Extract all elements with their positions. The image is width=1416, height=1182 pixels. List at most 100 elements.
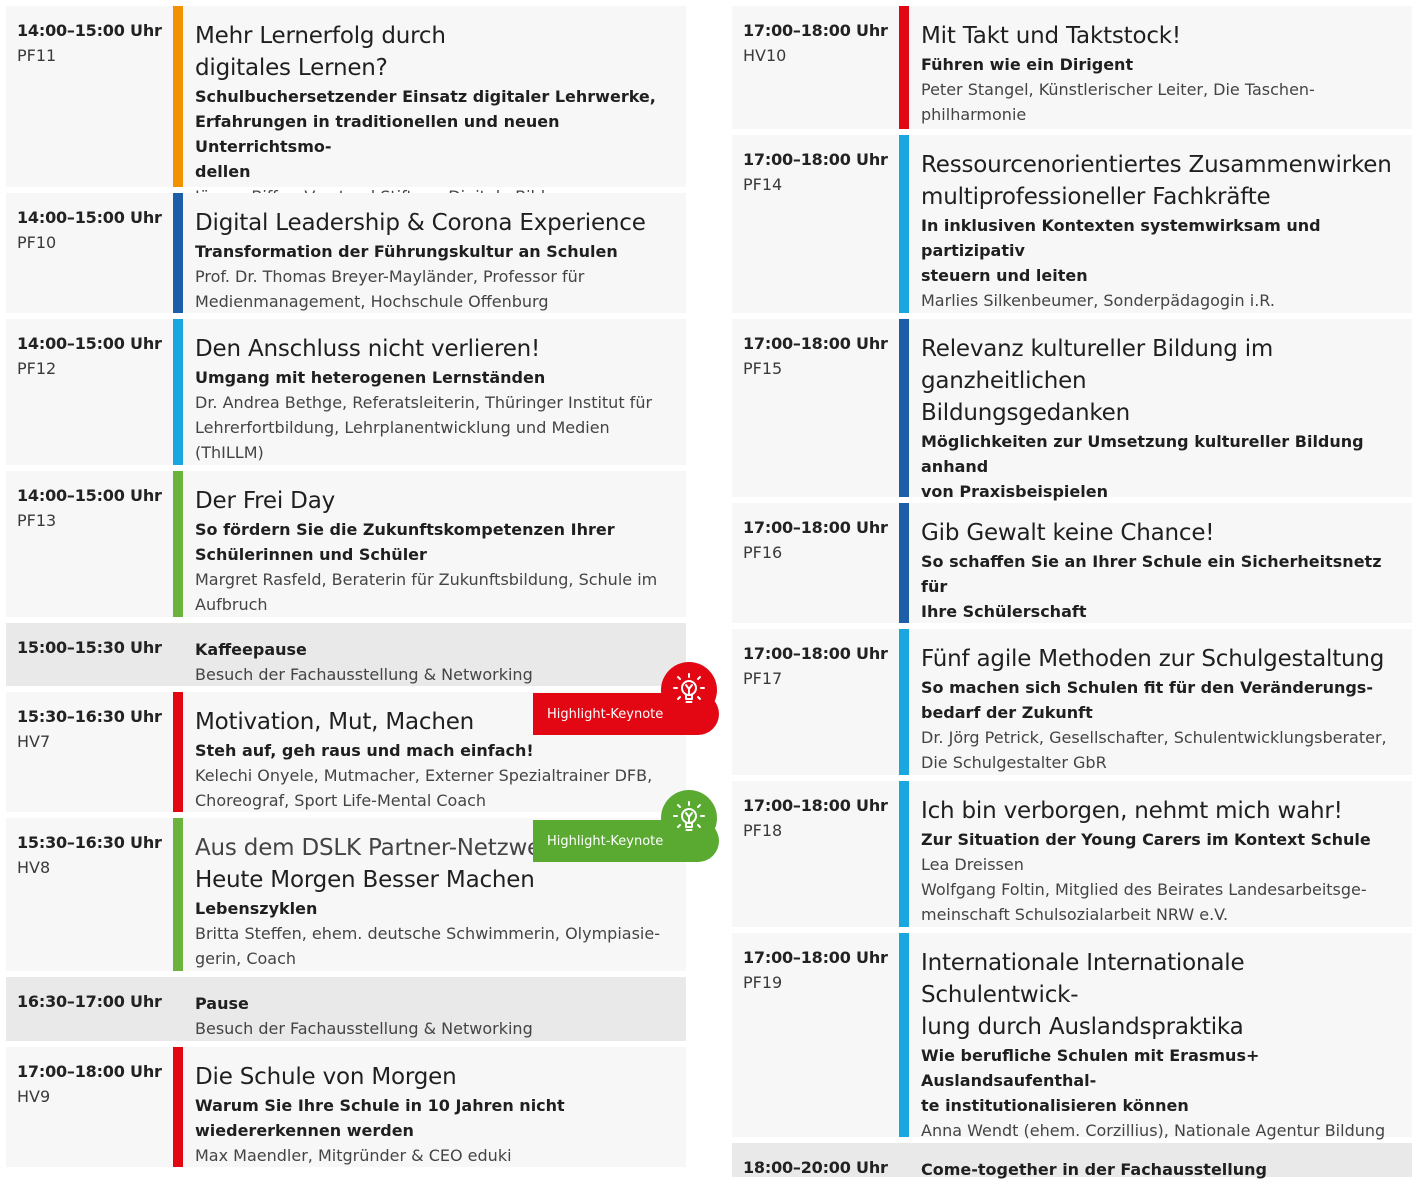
session-speaker: philharmonie bbox=[921, 105, 1027, 124]
session-subtitle: Steh auf, geh raus und mach einfach! bbox=[195, 741, 534, 760]
category-color-bar bbox=[899, 781, 909, 927]
category-color-bar bbox=[173, 471, 183, 617]
pause-entry: 15:00–15:30 Uhr Kaffeepause Besuch der Fac… bbox=[6, 623, 686, 686]
session-speaker: Margret Rasfeld, Beraterin für Zukunftsb… bbox=[195, 570, 658, 589]
session-room: PF17 bbox=[743, 669, 783, 688]
category-color-bar bbox=[173, 692, 183, 812]
session-subtitle: bedarf der Zukunft bbox=[921, 703, 1093, 722]
session-room: HV8 bbox=[17, 858, 51, 877]
session-room: HV9 bbox=[17, 1087, 51, 1106]
session-title: digitales Lernen? bbox=[195, 55, 388, 81]
session-subtitle: Schülerinnen und Schüler bbox=[195, 545, 427, 564]
session-content: Die Schule von Morgen Warum Sie Ihre Schu… bbox=[195, 1061, 668, 1168]
category-color-bar bbox=[173, 6, 183, 187]
category-color-bar bbox=[173, 818, 183, 971]
session-speaker: Dr. Jörg Petrick, Gesellschafter, Schule… bbox=[921, 728, 1387, 747]
session-room: PF13 bbox=[17, 511, 57, 530]
session-subtitle: Transformation der Führungskultur an Sch… bbox=[195, 242, 618, 261]
session-time: 15:00–15:30 Uhr bbox=[17, 638, 162, 657]
session-room: PF12 bbox=[17, 359, 57, 378]
category-color-bar bbox=[899, 135, 909, 313]
category-color-bar bbox=[899, 6, 909, 129]
session-content: Fünf agile Methoden zur Schulgestaltung S… bbox=[921, 643, 1394, 775]
session-time: 15:30–16:30 Uhr bbox=[17, 707, 162, 726]
session-subtitle: So fördern Sie die Zukunftskompetenzen I… bbox=[195, 520, 615, 539]
session-time: 17:00–18:00 Uhr bbox=[743, 644, 888, 663]
session-speaker: Dr. Andrea Bethge, Referatsleiterin, Thü… bbox=[195, 393, 653, 412]
pause-content: Pause Besuch der Fachausstellung & Networ… bbox=[195, 991, 668, 1041]
session-entry: 17:00–18:00 Uhr PF16 Gib Gewalt keine Chan… bbox=[732, 503, 1412, 646]
session-content: Mehr Lernerfolg durch digitales Lernen? Sc… bbox=[195, 20, 668, 209]
session-room: PF19 bbox=[743, 973, 783, 992]
session-title: Den Anschluss nicht verlieren! bbox=[195, 336, 541, 362]
session-title: Heute Morgen Besser Machen bbox=[195, 867, 535, 893]
session-entry: 17:00–18:00 Uhr HV9 Die Schule von Morgen W… bbox=[6, 1047, 686, 1167]
session-speaker: (ThILLM) bbox=[195, 443, 264, 462]
session-title: Mehr Lernerfolg durch bbox=[195, 23, 446, 49]
session-room: PF16 bbox=[743, 543, 783, 562]
session-time: 15:30–16:30 Uhr bbox=[17, 833, 162, 852]
session-subtitle: Wie berufliche Schulen mit Erasmus+ Ausl… bbox=[921, 1046, 1260, 1090]
lightbulb-icon bbox=[661, 790, 717, 846]
session-time: 17:00–18:00 Uhr bbox=[743, 150, 888, 169]
session-time: 14:00–15:00 Uhr bbox=[17, 21, 162, 40]
session-subtitle: steuern und leiten bbox=[921, 266, 1088, 285]
session-time: 17:00–18:00 Uhr bbox=[743, 948, 888, 967]
pause-text: Besuch der Fachausstellung & Networking bbox=[195, 665, 533, 684]
session-subtitle: Umgang mit heterogenen Lernständen bbox=[195, 368, 546, 387]
session-entry: 17:00–18:00 Uhr PF15 Relevanz kultureller … bbox=[732, 319, 1412, 551]
pause-title: Kaffeepause bbox=[195, 640, 307, 659]
session-subtitle: wiedererkennen werden bbox=[195, 1121, 414, 1140]
session-speaker: Medienmanagement, Hochschule Offenburg bbox=[195, 292, 549, 311]
session-time: 14:00–15:00 Uhr bbox=[17, 334, 162, 353]
session-time: 18:00–20:00 Uhr bbox=[743, 1158, 888, 1177]
session-content: Ich bin verborgen, nehmt mich wahr! Zur S… bbox=[921, 795, 1394, 927]
category-color-bar bbox=[173, 1047, 183, 1167]
pause-content: Come-together in der Fachausstellung bbox=[921, 1157, 1394, 1182]
session-speaker: Marlies Silkenbeumer, Sonderpädagogin i.… bbox=[921, 291, 1275, 310]
session-subtitle: So machen sich Schulen fit für den Verän… bbox=[921, 678, 1373, 697]
session-speaker: Britta Steffen, ehem. deutsche Schwimmer… bbox=[195, 924, 660, 943]
session-title: Gib Gewalt keine Chance! bbox=[921, 520, 1215, 546]
session-speaker: Prof. Dr. Thomas Breyer-Mayländer, Profe… bbox=[195, 267, 585, 286]
session-entry: 14:00–15:00 Uhr PF12 Den Anschluss nicht v… bbox=[6, 319, 686, 465]
session-room: PF14 bbox=[743, 175, 783, 194]
session-speaker: Lehrerfortbildung, Lehrplanentwicklung u… bbox=[195, 418, 610, 437]
category-color-bar bbox=[899, 503, 909, 623]
session-title: Digital Leadership & Corona Experience bbox=[195, 210, 646, 236]
session-entry: 14:00–15:00 Uhr PF13 Der Frei Day So förder… bbox=[6, 471, 686, 617]
session-room: HV10 bbox=[743, 46, 787, 65]
category-color-bar bbox=[899, 629, 909, 775]
session-room: HV7 bbox=[17, 732, 51, 751]
category-color-bar bbox=[899, 319, 909, 497]
highlight-keynote-label: Highlight-Keynote bbox=[547, 706, 664, 722]
session-title: Fünf agile Methoden zur Schulgestaltung bbox=[921, 646, 1385, 672]
session-entry: 14:00–15:00 Uhr PF11 Mehr Lernerfolg durch… bbox=[6, 6, 686, 206]
session-subtitle: Ihre Schülerschaft bbox=[921, 602, 1087, 621]
category-color-bar bbox=[173, 193, 183, 313]
session-speaker: Kelechi Onyele, Mutmacher, Externer Spez… bbox=[195, 766, 653, 785]
session-entry: 17:00–18:00 Uhr HV10 Mit Takt und Taktstoc… bbox=[732, 6, 1412, 129]
session-title: lung durch Auslandspraktika bbox=[921, 1014, 1244, 1040]
session-content: Internationale Internationale Schulentwi… bbox=[921, 947, 1394, 1168]
pause-title: Come-together in der Fachausstellung bbox=[921, 1160, 1268, 1179]
session-entry: 14:00–15:00 Uhr PF10 Digital Leadership & … bbox=[6, 193, 686, 313]
session-subtitle: te institutionalisieren können bbox=[921, 1096, 1189, 1115]
session-entry: 17:00–18:00 Uhr PF18 Ich bin verborgen, ne… bbox=[732, 781, 1412, 927]
session-subtitle: Schulbuchersetzender Einsatz digitaler L… bbox=[195, 87, 656, 106]
pause-text: Besuch der Fachausstellung & Networking bbox=[195, 1019, 533, 1038]
session-entry: 17:00–18:00 Uhr PF19 Internationale Intern… bbox=[732, 933, 1412, 1165]
session-time: 17:00–18:00 Uhr bbox=[17, 1062, 162, 1081]
category-color-bar bbox=[899, 933, 909, 1137]
session-title: multiprofessioneller Fachkräfte bbox=[921, 184, 1271, 210]
session-title: Ressourcenorientiertes Zusammenwirken bbox=[921, 152, 1392, 178]
session-time: 16:30–17:00 Uhr bbox=[17, 992, 162, 1011]
session-subtitle: So schaffen Sie an Ihrer Schule ein Sich… bbox=[921, 552, 1382, 596]
session-subtitle: Lebenszyklen bbox=[195, 899, 318, 918]
session-room: PF15 bbox=[743, 359, 783, 378]
session-room: PF18 bbox=[743, 821, 783, 840]
session-title: Internationale Internationale Schulentwi… bbox=[921, 950, 1245, 1008]
session-content: Den Anschluss nicht verlieren! Umgang mit… bbox=[195, 333, 668, 465]
session-time: 14:00–15:00 Uhr bbox=[17, 208, 162, 227]
category-color-bar bbox=[173, 319, 183, 465]
